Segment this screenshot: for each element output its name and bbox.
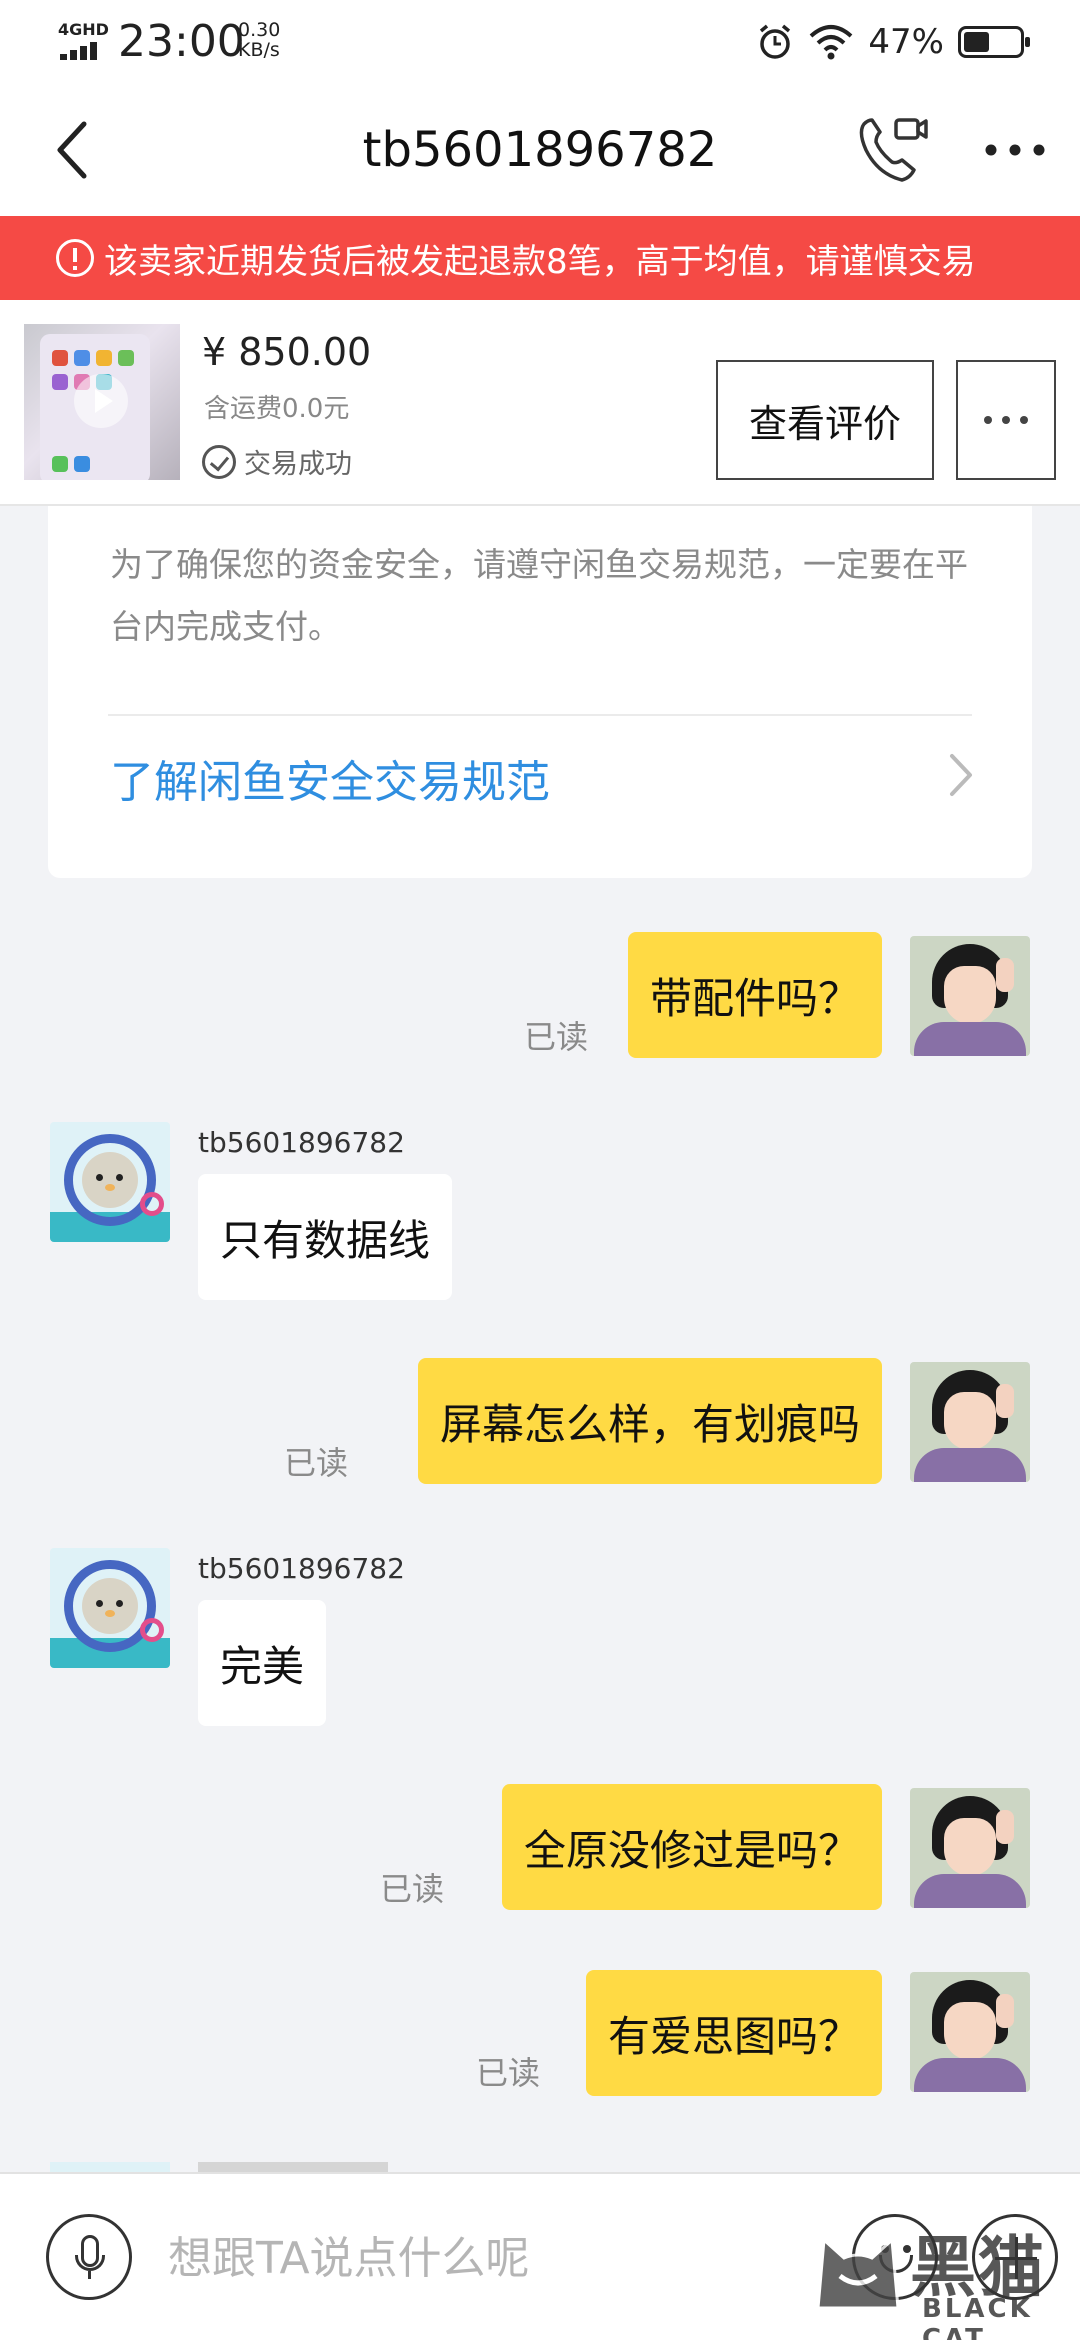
- alert-icon: [56, 239, 94, 277]
- message-bubble[interactable]: 全原没修过是吗？: [501, 1784, 882, 1910]
- chevron-right-icon: [950, 754, 972, 796]
- speed-value: 0.30: [238, 19, 281, 41]
- safety-notice-card: 为了确保您的资金安全，请遵守闲鱼交易规范，一定要在平台内完成支付。 了解闲鱼安全…: [48, 506, 1032, 878]
- alarm-icon: [760, 24, 791, 59]
- shipping-fee: 含运费0.0元: [204, 394, 350, 424]
- avatar: [50, 2162, 170, 2172]
- chat-header: tb5601896782: [0, 84, 1080, 216]
- product-card: ¥ 850.00 含运费0.0元 交易成功 查看评价: [0, 300, 1080, 506]
- divider: [108, 714, 972, 716]
- view-review-button[interactable]: 查看评价: [716, 360, 934, 480]
- read-receipt: 已读: [476, 2054, 541, 2092]
- video-call-icon: [859, 118, 928, 182]
- status-icons: 47%: [756, 16, 1030, 68]
- more-dots-icon: [985, 144, 1045, 156]
- clock: 23:00: [118, 16, 245, 67]
- sender-name: tb5601896782: [198, 1552, 405, 1585]
- risk-warning-banner: 该卖家近期发货后被发起退款8笔，高于均值，请谨慎交易: [0, 216, 1080, 300]
- battery-icon: [958, 26, 1030, 58]
- warning-text: 该卖家近期发货后被发起退款8笔，高于均值，请谨慎交易: [104, 241, 976, 282]
- battery-percent: 47%: [868, 22, 944, 62]
- read-receipt: 已读: [524, 1018, 589, 1056]
- black-cat-watermark: 黑猫 BLACK CAT: [810, 2214, 1076, 2340]
- wifi-icon: [810, 25, 853, 60]
- read-receipt: 已读: [380, 1870, 445, 1908]
- avatar[interactable]: [50, 1548, 170, 1668]
- sender-name: tb5601896782: [198, 1126, 405, 1159]
- notice-body: 为了确保您的资金安全，请遵守闲鱼交易规范，一定要在平台内完成支付。: [110, 545, 968, 646]
- more-button[interactable]: [980, 110, 1050, 190]
- message-bubble[interactable]: 屏幕怎么样，有划痕吗: [417, 1358, 882, 1484]
- watermark-subtitle: BLACK CAT: [922, 2294, 1033, 2340]
- video-play-icon: [74, 374, 128, 428]
- deal-status: 交易成功: [202, 442, 352, 481]
- video-call-button[interactable]: [852, 110, 932, 190]
- speed-unit: KB/s: [238, 39, 280, 61]
- message-bubble[interactable]: 只有数据线: [198, 1174, 453, 1300]
- avatar[interactable]: [910, 1972, 1030, 2092]
- voice-input-button[interactable]: [46, 2214, 132, 2300]
- network-speed: 0.30 KB/s: [238, 20, 280, 60]
- product-more-button[interactable]: [956, 360, 1056, 480]
- avatar[interactable]: [910, 1362, 1030, 1482]
- avatar[interactable]: [910, 1788, 1030, 1908]
- avatar[interactable]: [910, 936, 1030, 1056]
- message-input[interactable]: [168, 2222, 768, 2294]
- product-thumbnail[interactable]: [24, 324, 180, 480]
- battery-level: [964, 32, 990, 52]
- signal-icon: [60, 40, 104, 60]
- product-price: ¥ 850.00: [202, 330, 372, 374]
- message-bubble[interactable]: 有爱思图吗？: [585, 1970, 882, 2096]
- read-receipt: 已读: [284, 1444, 349, 1482]
- deal-status-text: 交易成功: [244, 449, 352, 480]
- message-bubble[interactable]: 完美: [198, 1600, 327, 1726]
- sender-name-clipped: [198, 2162, 388, 2172]
- status-bar: 4GHD 23:00 0.30 KB/s 47%: [0, 0, 1080, 84]
- avatar[interactable]: [50, 1122, 170, 1242]
- network-type: 4GHD: [58, 20, 109, 39]
- safety-rules-link[interactable]: 了解闲鱼安全交易规范: [110, 746, 550, 810]
- check-circle-icon: [202, 444, 236, 479]
- message-bubble[interactable]: 带配件吗？: [627, 932, 882, 1058]
- chat-area[interactable]: 为了确保您的资金安全，请遵守闲鱼交易规范，一定要在平台内完成支付。 了解闲鱼安全…: [0, 506, 1080, 2172]
- more-dots-icon: [984, 416, 1028, 424]
- cat-logo-icon: [816, 2236, 900, 2310]
